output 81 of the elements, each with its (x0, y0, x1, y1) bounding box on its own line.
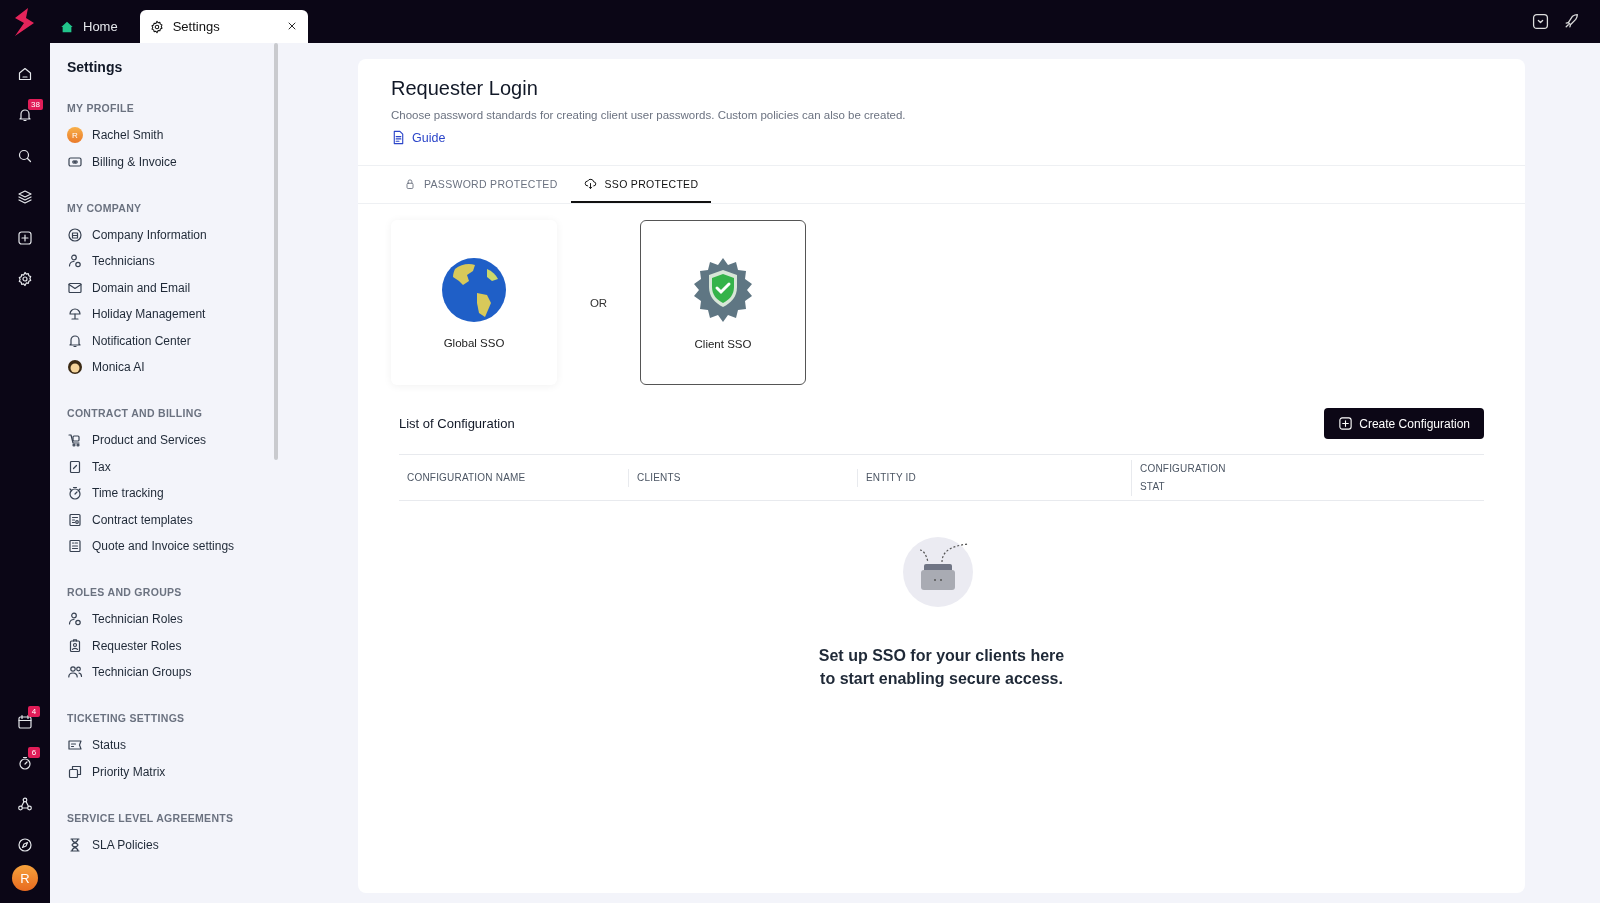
empty-state-message: Set up SSO for your clients here to start enabling secure access. (818, 646, 1065, 689)
column-header[interactable]: CONFIGURATION NAME (399, 468, 628, 487)
document-icon (391, 130, 406, 145)
column-header[interactable]: ENTITY ID (857, 468, 1131, 487)
create-configuration-button[interactable]: Create Configuration (1324, 408, 1484, 439)
section-heading: MY PROFILE (67, 102, 135, 114)
compass-icon (17, 836, 33, 853)
avatar-icon (67, 359, 83, 375)
sidebar-item[interactable]: Time tracking (67, 484, 283, 502)
people-icon (67, 664, 83, 680)
timer-icon (17, 754, 33, 771)
sidebar-item[interactable]: Contract templates (67, 510, 283, 529)
sidebar-item[interactable]: Product and Services (67, 431, 283, 449)
sidebar-item[interactable]: R Rachel Smith (67, 126, 283, 144)
sidebar-item[interactable]: Billing & Invoice (67, 152, 283, 171)
guide-link[interactable]: Guide (391, 130, 446, 145)
section-heading: CONTRACT AND BILLING (67, 407, 204, 419)
search-icon (17, 147, 33, 164)
sidebar-item[interactable]: Notification Center (67, 331, 283, 350)
sidebar-item[interactable]: Holiday Management (67, 305, 283, 323)
nodes-icon (17, 795, 33, 812)
sso-option-card[interactable]: Client SSO (640, 220, 806, 385)
sidebar-item[interactable]: Status (67, 736, 283, 754)
section-heading: TICKETING SETTINGS (67, 712, 186, 724)
page-title: Requester Login (391, 77, 539, 100)
house-icon (60, 19, 74, 34)
building-icon (67, 226, 83, 243)
rocket-icon (1563, 13, 1580, 30)
sidebar-title: Settings (67, 59, 124, 75)
plus-square-icon (17, 229, 33, 246)
gear-icon (149, 19, 164, 34)
bell-icon (67, 332, 83, 349)
globe-icon (441, 256, 507, 323)
section-heading: MY COMPANY (67, 201, 143, 214)
sidebar-item[interactable]: Company Information (67, 225, 283, 244)
home-icon (17, 65, 33, 82)
copy-icon (67, 763, 83, 780)
timer-icon (67, 485, 83, 501)
page-description: Choose password standards for creating client user passwords. Custom policies can also be created. (391, 109, 907, 121)
bell-icon (17, 106, 33, 123)
sidebar-item[interactable]: Monica AI (67, 358, 283, 376)
person-icon (67, 611, 83, 627)
sidebar-item[interactable]: Technician Roles (67, 610, 283, 628)
list-title: List of Configuration (399, 416, 515, 431)
person-icon (67, 253, 83, 269)
column-header[interactable]: CONFIGURATION STAT (1131, 459, 1254, 496)
lock-icon (404, 177, 416, 190)
layers-icon (17, 188, 33, 205)
sso-option-card[interactable]: Global SSO (391, 220, 557, 385)
calendar-badge: 4 (28, 706, 40, 717)
sidebar-item[interactable]: Requester Roles (67, 636, 283, 655)
section-heading: SERVICE LEVEL AGREEMENTS (67, 811, 235, 824)
or-label: OR (588, 296, 609, 309)
timer-badge: 6 (28, 747, 40, 758)
calendar-icon (17, 713, 33, 730)
id-badge-icon (67, 637, 83, 654)
ticket-icon (67, 737, 83, 753)
tab[interactable]: PASSWORD PROTECTED (391, 166, 571, 203)
sidebar-item[interactable]: Technicians (67, 252, 283, 270)
top-tab[interactable]: Home (50, 10, 128, 43)
sidebar-item[interactable]: Domain and Email (67, 278, 283, 297)
user-avatar: R (67, 127, 83, 143)
sidebar-item[interactable]: Quote and Invoice settings (67, 537, 283, 555)
notification-badge: 38 (28, 99, 43, 110)
sidebar-item[interactable]: Tax (67, 457, 283, 476)
sidebar-item[interactable]: SLA Policies (67, 835, 283, 854)
sidebar-item[interactable]: Priority Matrix (67, 762, 283, 781)
top-tab[interactable]: Settings (139, 10, 308, 43)
cloud-icon (583, 177, 597, 190)
chevron-down-square-icon (1532, 13, 1549, 30)
document-icon (67, 538, 83, 554)
settings-icon (17, 270, 33, 287)
document-icon (67, 511, 83, 528)
sidebar-item[interactable]: Technician Groups (67, 663, 283, 681)
document-icon (67, 458, 83, 475)
section-heading: ROLES AND GROUPS (67, 586, 183, 598)
umbrella-icon (67, 306, 83, 322)
cart-icon (67, 432, 83, 448)
column-header[interactable]: CLIENTS (628, 468, 857, 487)
plus-square-icon (1338, 416, 1354, 431)
tab[interactable]: SSO PROTECTED (570, 166, 712, 203)
